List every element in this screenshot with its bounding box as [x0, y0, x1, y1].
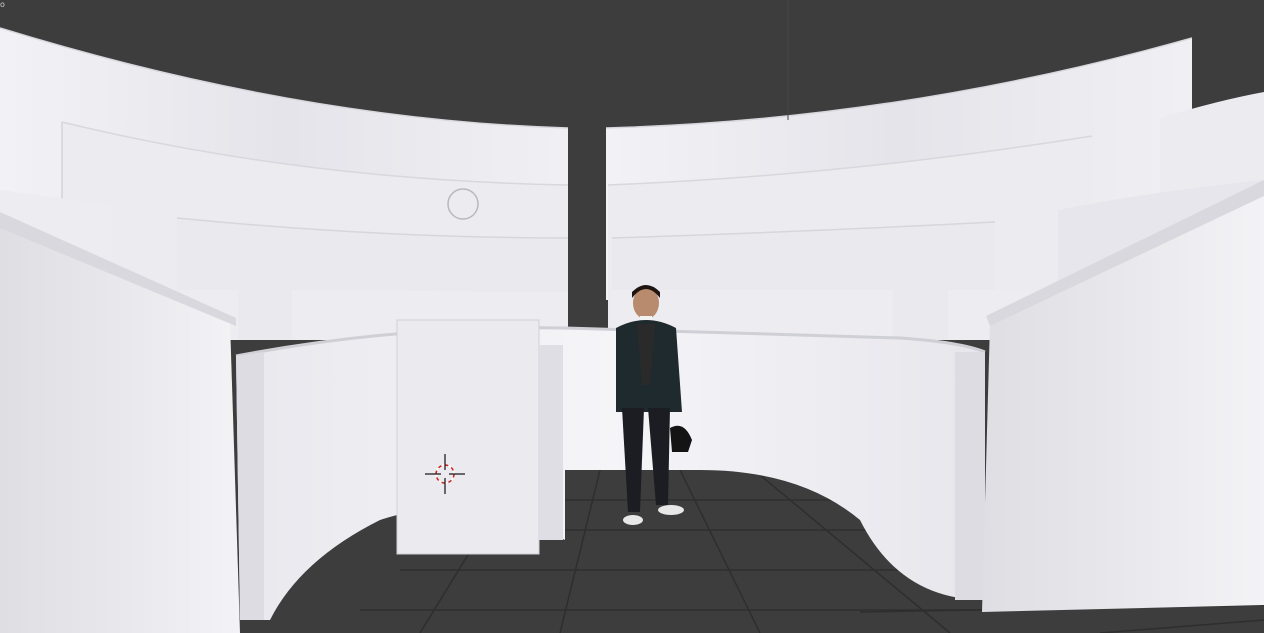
- tier-low-right[interactable]: [611, 221, 1030, 340]
- 3d-viewport[interactable]: o: [0, 0, 1264, 633]
- scene-canvas[interactable]: [0, 0, 1264, 633]
- front-rail-curved[interactable]: [235, 326, 986, 620]
- center-gap: [568, 125, 606, 335]
- door-panel[interactable]: [396, 319, 563, 555]
